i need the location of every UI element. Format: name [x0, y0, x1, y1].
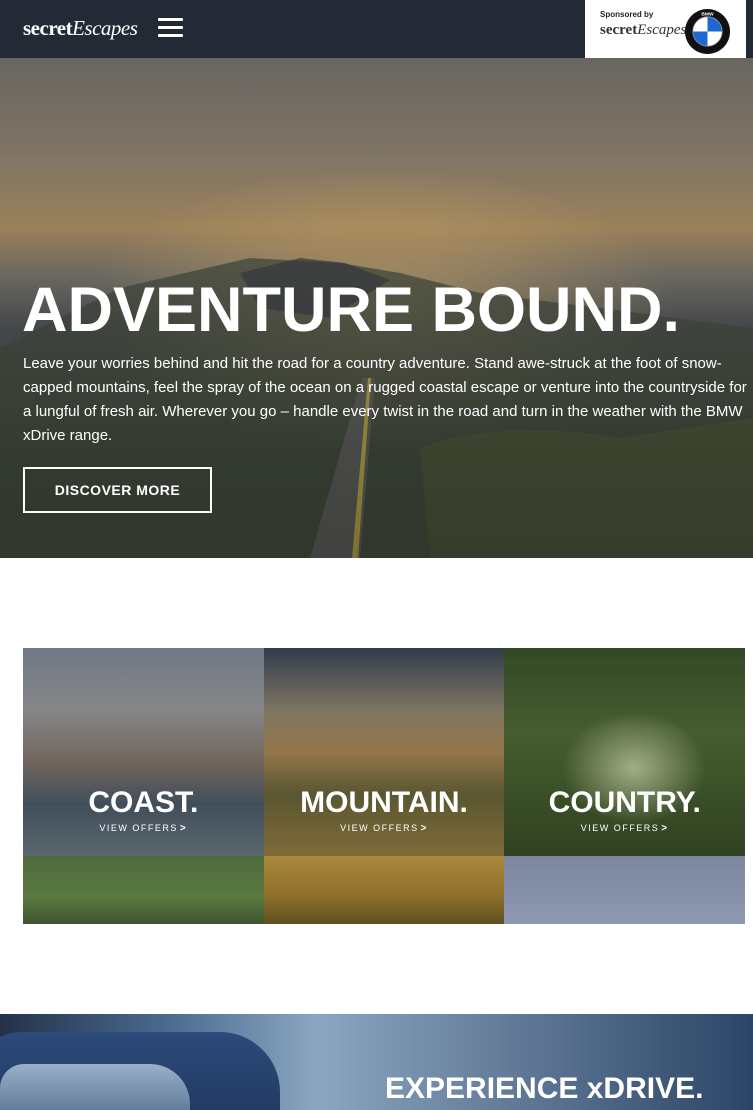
hamburger-menu-icon[interactable]	[158, 18, 183, 38]
hero-title: ADVENTURE BOUND.	[22, 275, 681, 345]
bmw-logo-text: BMW	[701, 11, 714, 17]
secret-escapes-logo[interactable]: secretEscapes	[23, 16, 138, 41]
menu-bar	[158, 34, 183, 37]
tile-coast[interactable]: COAST. VIEW OFFERS >	[23, 648, 264, 924]
banner-title: EXPERIENCE xDRIVE.	[385, 1072, 704, 1105]
tile-title: COAST.	[88, 786, 199, 819]
logo-text-italic: Escapes	[72, 16, 138, 40]
sponsor-badge[interactable]: Sponsored by secretEscapes BMW	[585, 0, 746, 65]
country-image-lower	[504, 856, 746, 924]
view-offers-label: VIEW OFFERS	[580, 823, 660, 833]
sponsor-brand-logo: secretEscapes	[600, 22, 686, 39]
tile-title: MOUNTAIN.	[300, 786, 468, 819]
coast-image-lower	[23, 856, 264, 924]
hero-description: Leave your worries behind and hit the ro…	[23, 355, 747, 444]
view-offers-link[interactable]: VIEW OFFERS >	[23, 823, 264, 834]
hero-section: ADVENTURE BOUND. Leave your worries behi…	[0, 58, 753, 558]
tile-country[interactable]: COUNTRY. VIEW OFFERS >	[504, 648, 746, 924]
chevron-right-icon: >	[420, 823, 428, 834]
bmw-logo-icon: BMW	[684, 8, 731, 55]
view-offers-link[interactable]: VIEW OFFERS >	[504, 823, 745, 834]
menu-bar	[158, 18, 183, 21]
site-header: secretEscapes Sponsored by secretEscapes…	[0, 0, 753, 65]
experience-xdrive-banner[interactable]: EXPERIENCE xDRIVE.	[0, 1014, 753, 1110]
car-image	[0, 1032, 280, 1110]
view-offers-link[interactable]: VIEW OFFERS >	[264, 823, 505, 834]
view-offers-label: VIEW OFFERS	[99, 823, 178, 833]
menu-bar	[158, 26, 183, 29]
sponsor-brand-italic: Escapes	[637, 22, 687, 38]
discover-more-button[interactable]: DISCOVER MORE	[23, 467, 212, 513]
tile-title: COUNTRY.	[548, 786, 701, 819]
logo-text-bold: secret	[23, 16, 73, 40]
car-window	[0, 1064, 190, 1110]
sponsor-brand-bold: secret	[600, 22, 638, 38]
tile-mountain[interactable]: MOUNTAIN. VIEW OFFERS >	[263, 648, 505, 924]
view-offers-label: VIEW OFFERS	[340, 823, 419, 833]
destination-tiles: COAST. VIEW OFFERS > MOUNTAIN. VIEW OFFER…	[23, 648, 746, 924]
mountain-image-lower	[263, 856, 505, 924]
chevron-right-icon: >	[179, 823, 188, 834]
chevron-right-icon: >	[661, 823, 669, 834]
sponsored-by-label: Sponsored by	[600, 10, 654, 19]
